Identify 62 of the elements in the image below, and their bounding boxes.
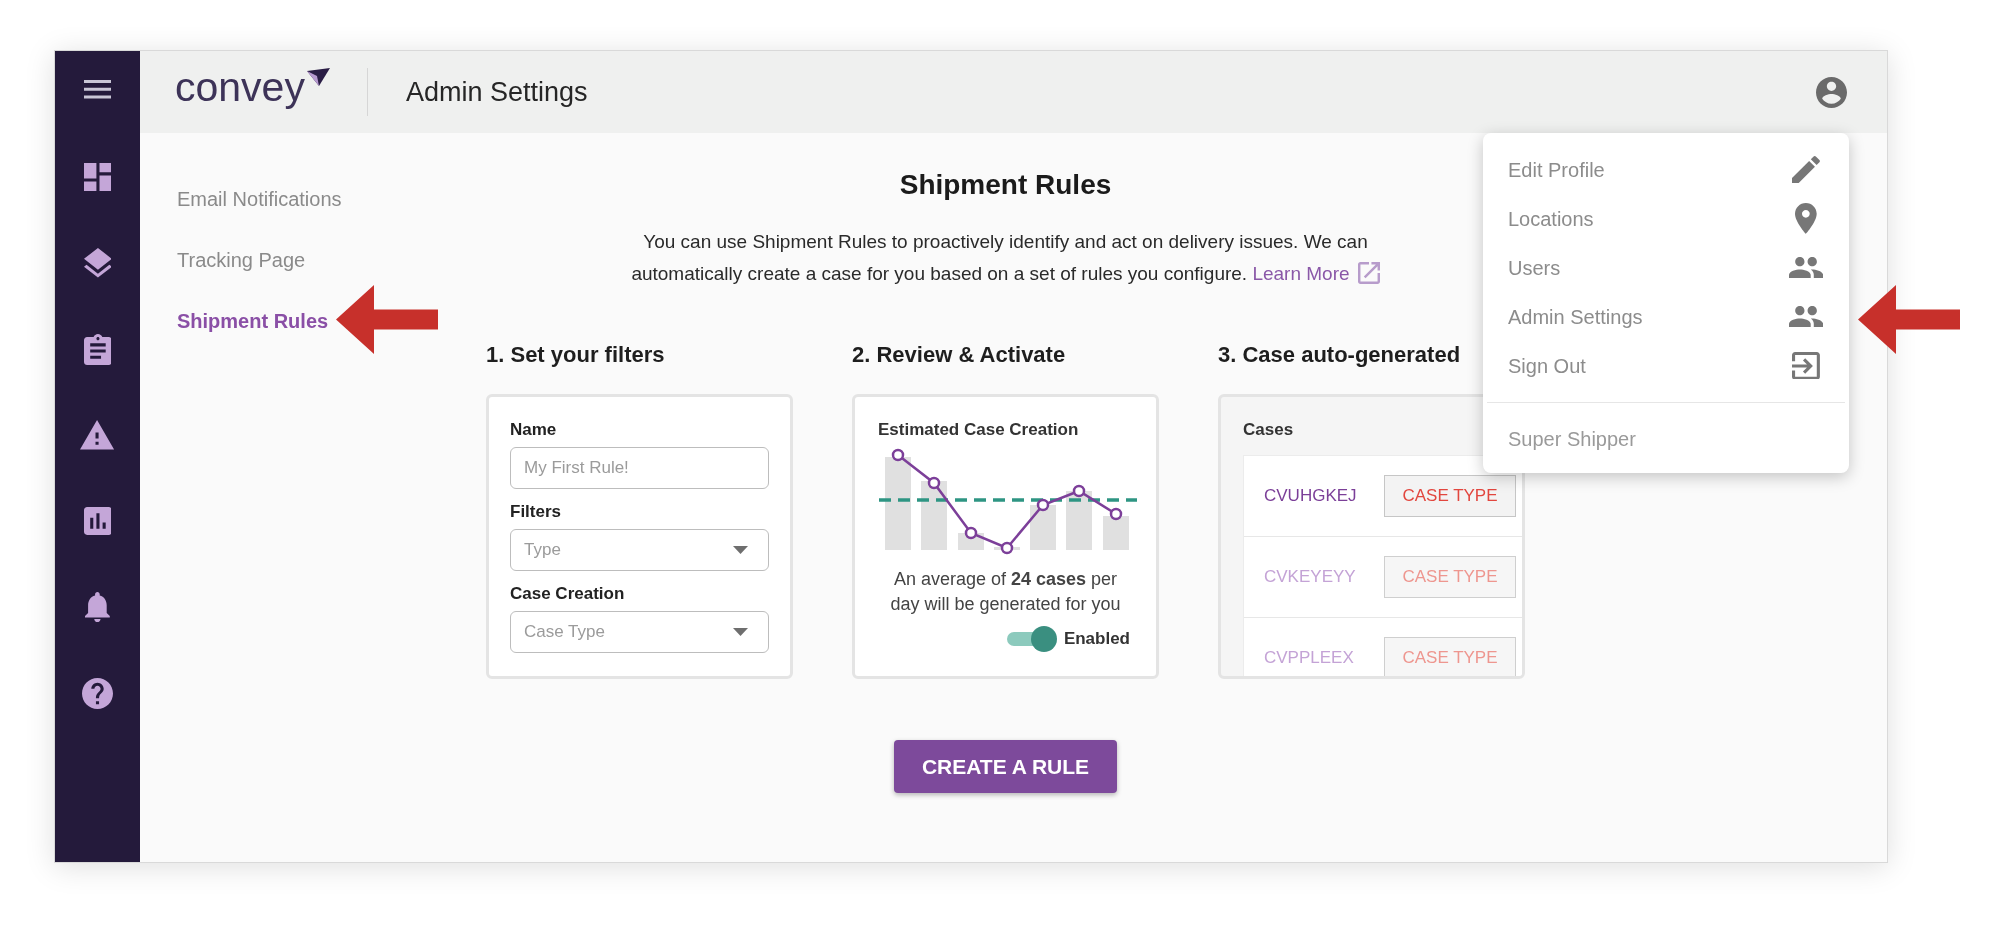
toggle-label: Enabled [1063, 628, 1130, 651]
settings-nav-item[interactable]: Tracking Page [177, 244, 306, 275]
dropdown-field[interactable]: Type [510, 529, 769, 571]
menu-item[interactable]: Edit Profile [1483, 145, 1849, 194]
bar-chart-icon[interactable] [83, 507, 112, 535]
layers-icon[interactable] [83, 248, 112, 278]
page-title: Shipment Rules [899, 168, 1112, 202]
account-icon[interactable] [1816, 76, 1847, 108]
settings-nav-item[interactable]: Email Notifications [177, 183, 342, 214]
case-id[interactable]: CVKEYEYY [1264, 567, 1356, 587]
chart-point [964, 526, 978, 540]
exit-icon [1792, 351, 1820, 380]
chart-bar [1103, 516, 1129, 550]
chart-point [1036, 498, 1050, 512]
field-label: Case Creation [510, 583, 625, 605]
text-input[interactable]: My First Rule! [510, 447, 769, 489]
learn-more-link[interactable]: Learn More [1252, 263, 1380, 284]
dashboard-icon[interactable] [83, 163, 112, 191]
account-name: Super Shipper [1508, 426, 1636, 452]
chart-bar [1030, 505, 1056, 550]
header-title: Admin Settings [405, 75, 588, 109]
logo-text: convey [175, 66, 305, 108]
menu-icon[interactable] [83, 80, 112, 99]
bell-icon[interactable] [85, 591, 110, 623]
clipboard-icon[interactable] [83, 333, 112, 365]
chart-point [1072, 484, 1086, 498]
field-label: Filters [510, 501, 562, 523]
create-rule-button[interactable]: CREATE A RULE [893, 740, 1118, 793]
step-heading: 3. Case auto-generated [1218, 341, 1461, 369]
caret-icon [733, 546, 748, 554]
field-label: Name [510, 419, 557, 441]
chart-title: Estimated Case Creation [878, 419, 1079, 441]
caret-icon [733, 628, 748, 636]
dropdown-field[interactable]: Case Type [510, 611, 769, 653]
chart-point [927, 476, 941, 490]
summary-text: An average of 24 cases per day will be generated for you [889, 568, 1122, 616]
people-icon [1788, 305, 1824, 328]
menu-item[interactable]: Sign Out [1483, 341, 1849, 390]
toggle-switch[interactable] [1006, 626, 1057, 652]
settings-nav-item[interactable]: Shipment Rules [177, 305, 329, 336]
list-title: Cases [1243, 419, 1294, 441]
menu-item[interactable]: Locations [1483, 194, 1849, 243]
step-heading: 2. Review & Activate [852, 341, 1066, 369]
location-pin-icon [1795, 203, 1817, 234]
pencil-icon [1792, 155, 1820, 184]
external-link-icon [1357, 262, 1380, 284]
menu-item[interactable]: Admin Settings [1483, 292, 1849, 341]
case-type-button[interactable]: CASE TYPE [1384, 637, 1516, 676]
case-id[interactable]: CVPPLEEX [1264, 648, 1354, 668]
chart-point [1109, 507, 1123, 521]
menu-item[interactable]: Users [1483, 243, 1849, 292]
chart-point [891, 448, 905, 462]
chart-point [1000, 541, 1014, 555]
description-text: You can use Shipment Rules to proactively identify and act on delivery issues. We can automatically create a case for you based on a set of rules you configure. Learn More [610, 226, 1401, 290]
triangle-logo-icon [306, 67, 330, 86]
warning-icon[interactable] [80, 420, 115, 450]
step-heading: 1. Set your filters [486, 341, 665, 369]
people-icon [1788, 256, 1824, 279]
case-type-button[interactable]: CASE TYPE [1384, 475, 1516, 517]
case-type-button[interactable]: CASE TYPE [1384, 556, 1516, 598]
help-icon[interactable] [82, 677, 113, 709]
case-id[interactable]: CVUHGKEJ [1264, 486, 1357, 506]
